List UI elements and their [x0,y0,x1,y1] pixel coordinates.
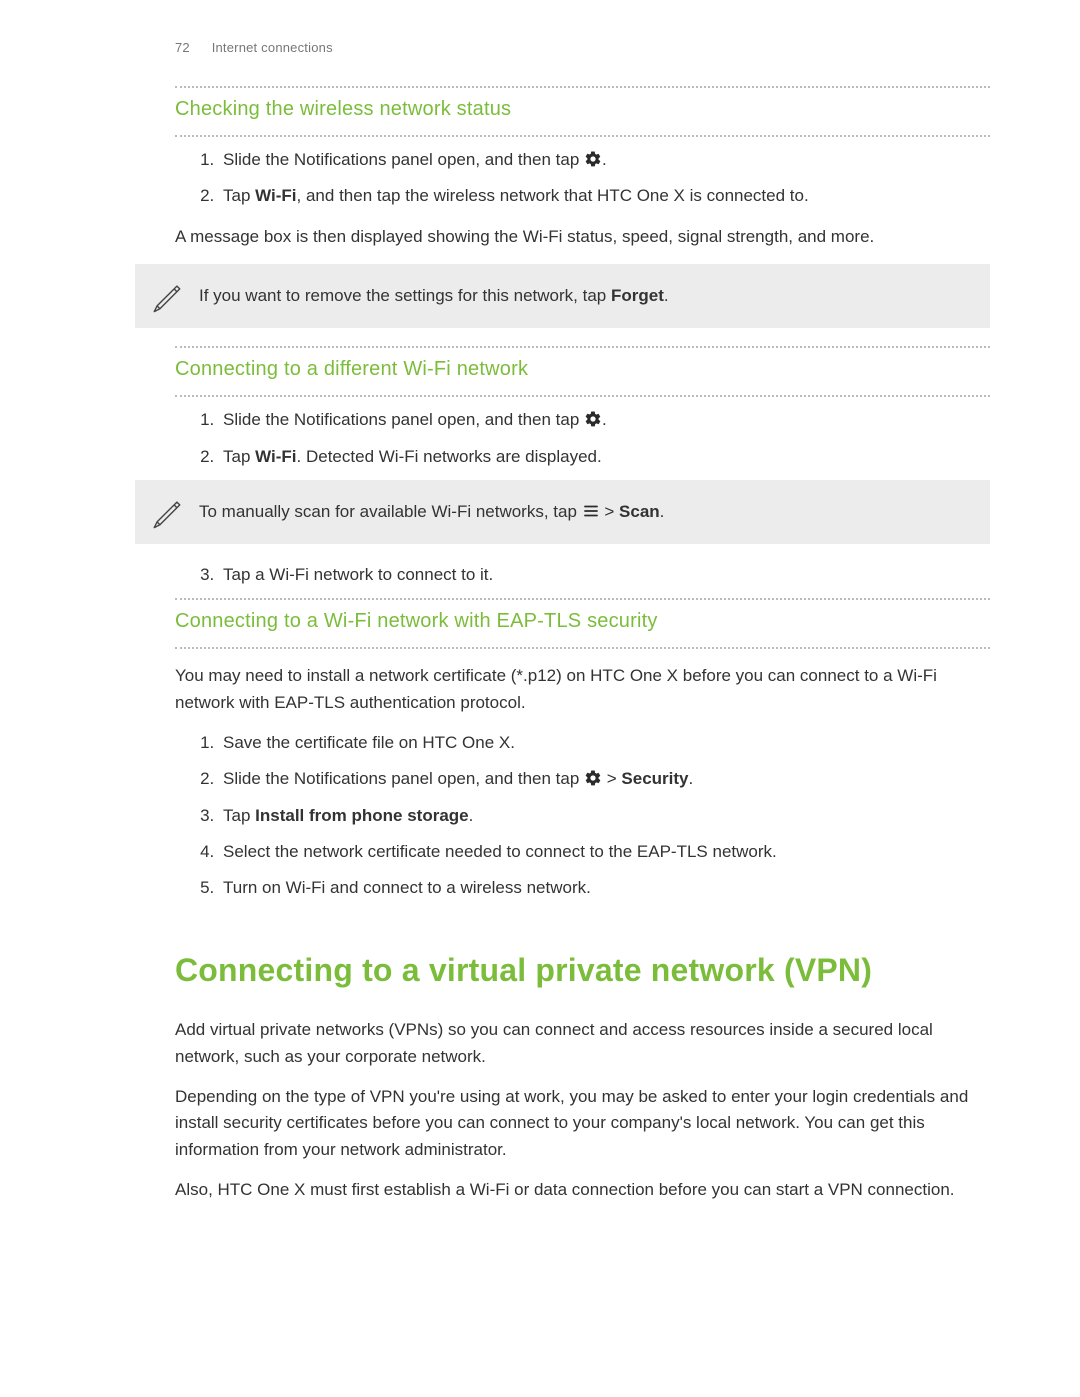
list-item: Tap a Wi-Fi network to connect to it. [219,562,990,588]
list-item: Turn on Wi-Fi and connect to a wireless … [219,875,990,901]
divider [175,598,990,600]
steps-list: Tap a Wi-Fi network to connect to it. [175,562,990,588]
chapter-title: Internet connections [212,40,333,55]
settings-icon [584,410,602,428]
body-text: Depending on the type of VPN you're usin… [175,1084,990,1163]
divider [175,135,990,137]
steps-list: Save the certificate file on HTC One X. … [175,730,990,902]
divider [175,346,990,348]
list-item: Tap Wi-Fi. Detected Wi-Fi networks are d… [219,444,990,470]
body-text: You may need to install a network certif… [175,663,990,716]
section-heading-connect-different: Connecting to a different Wi-Fi network [175,354,990,385]
note-callout: If you want to remove the settings for t… [135,264,990,328]
list-item: Tap Wi-Fi, and then tap the wireless net… [219,183,990,209]
list-item: Save the certificate file on HTC One X. [219,730,990,756]
page-number: 72 [175,40,190,55]
list-item: Tap Install from phone storage. [219,803,990,829]
list-item: Slide the Notifications panel open, and … [219,147,990,173]
steps-list: Slide the Notifications panel open, and … [175,147,990,210]
major-heading-vpn: Connecting to a virtual private network … [175,946,990,996]
list-item: Slide the Notifications panel open, and … [219,766,990,792]
steps-list: Slide the Notifications panel open, and … [175,407,990,470]
divider [175,395,990,397]
page-header: 72 Internet connections [175,38,990,58]
body-text: Also, HTC One X must first establish a W… [175,1177,990,1203]
settings-icon [584,150,602,168]
body-text: Add virtual private networks (VPNs) so y… [175,1017,990,1070]
divider [175,86,990,88]
body-text: A message box is then displayed showing … [175,224,990,250]
section-heading-eap-tls: Connecting to a Wi-Fi network with EAP-T… [175,606,990,637]
list-item: Select the network certificate needed to… [219,839,990,865]
note-callout: To manually scan for available Wi-Fi net… [135,480,990,544]
divider [175,647,990,649]
list-item: Slide the Notifications panel open, and … [219,407,990,433]
menu-icon [582,502,600,520]
section-heading-checking-status: Checking the wireless network status [175,94,990,125]
pencil-note-icon [149,278,185,314]
pencil-note-icon [149,494,185,530]
settings-icon [584,769,602,787]
